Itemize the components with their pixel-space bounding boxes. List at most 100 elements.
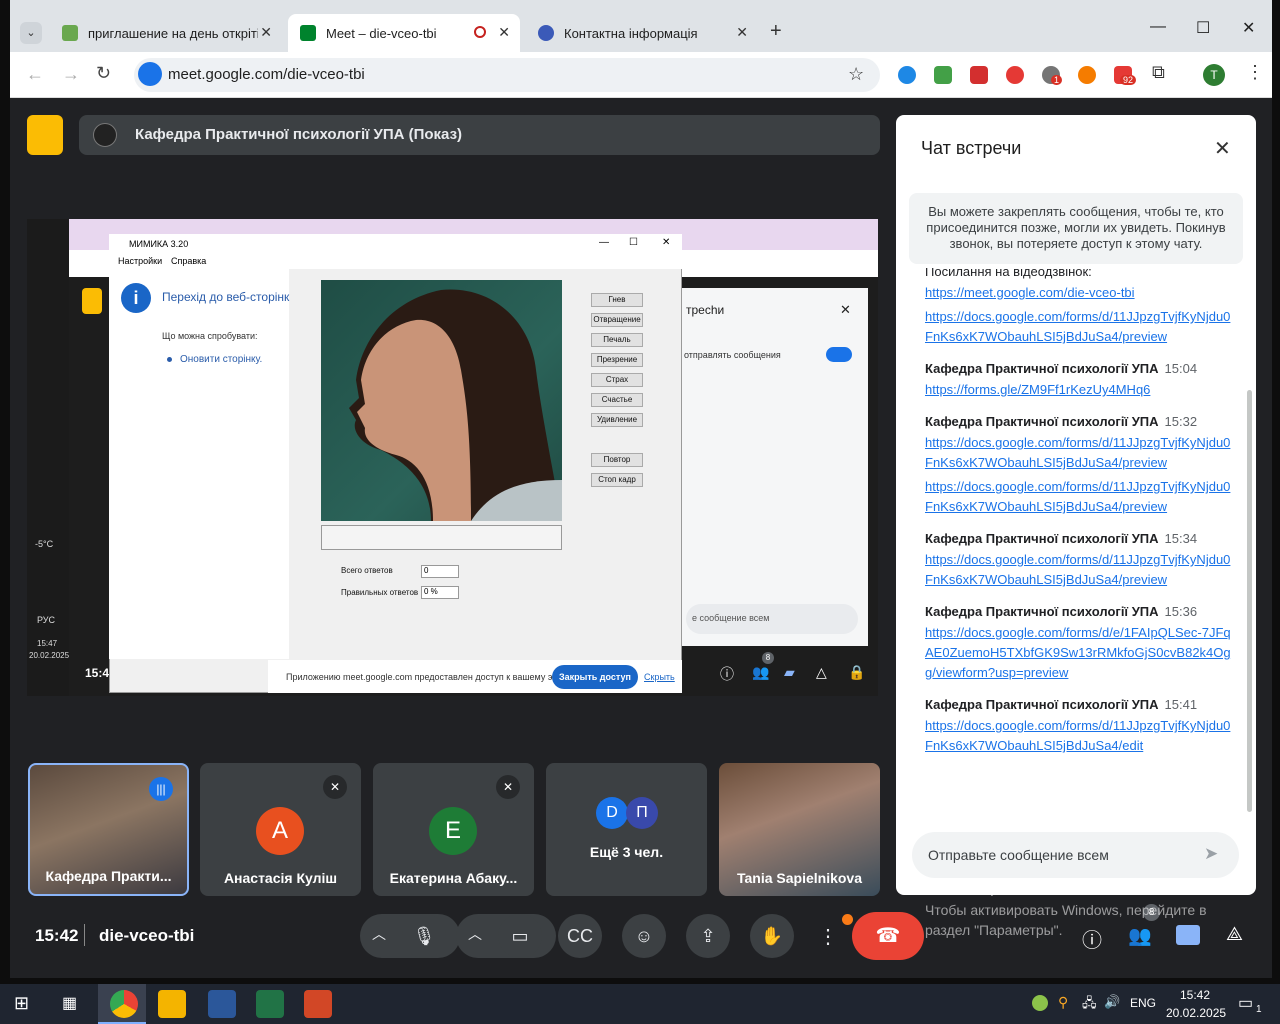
avatar: А — [256, 807, 304, 855]
chat-input[interactable]: Отправьте сообщение всем ➤ — [912, 832, 1239, 878]
close-window-button[interactable]: ✕ — [1242, 18, 1255, 38]
tray-app-icon[interactable] — [1032, 995, 1048, 1011]
chat-messages: Посилання на відеодзвінок: https://meet.… — [925, 268, 1235, 808]
leave-call-button[interactable]: ☎ — [852, 912, 924, 960]
info-icon: ⓘ — [720, 666, 734, 682]
avatar: П — [626, 797, 658, 829]
extension-badge: 1 — [1051, 75, 1063, 85]
chat-title: Чат встречи — [921, 138, 1022, 158]
chat-scrollbar[interactable] — [1247, 390, 1252, 812]
close-tab-icon[interactable]: ✕ — [736, 24, 748, 41]
emotion-button-happiness: Счастье — [591, 393, 643, 407]
close-chat-button[interactable]: ✕ — [1214, 136, 1231, 161]
participant-tile[interactable]: ||| Кафедра Практи... — [28, 763, 189, 896]
meeting-code: die-vceo-tbi — [99, 926, 195, 945]
more-options-button[interactable]: ⋮ — [818, 924, 838, 949]
chat-link[interactable]: https://docs.google.com/forms/d/11JJpzgT… — [925, 716, 1235, 756]
start-icon[interactable]: ⊞ — [14, 993, 29, 1014]
tab-search-button[interactable]: ⌄ — [20, 22, 42, 44]
tab-meet[interactable]: Meet – die-vceo-tbi ✕ — [288, 14, 520, 52]
presenter-label: Кафедра Практичної психології УПА (Показ… — [135, 126, 463, 143]
back-button[interactable]: ← — [26, 64, 44, 85]
present-screen-button[interactable]: ⇪ — [686, 914, 730, 958]
chat-link[interactable]: https://meet.google.com/die-vceo-tbi — [925, 283, 1235, 303]
chat-link[interactable]: https://docs.google.com/forms/d/11JJpzgT… — [925, 477, 1235, 517]
mimika-menubar: Настройки Справка — [109, 254, 682, 269]
participant-tile-others[interactable]: D П Ещё 3 чел. — [546, 763, 707, 896]
chat-info-banner: Вы можете закреплять сообщения, чтобы те… — [909, 193, 1243, 264]
face-profile-image — [349, 289, 562, 521]
extension-icon[interactable] — [970, 66, 988, 84]
chat-icon: ▰ — [784, 664, 795, 680]
extension-icon[interactable] — [1006, 66, 1024, 84]
profile-avatar[interactable]: T — [1203, 64, 1225, 86]
presenter-avatar — [93, 123, 117, 147]
chat-sender: Кафедра Практичної психології УПА 15:32 — [925, 414, 1198, 429]
language-indicator[interactable]: ENG — [1130, 996, 1156, 1010]
chat-link[interactable]: https://forms.gle/ZM9Ff1rKezUy4MHq6 — [925, 380, 1235, 400]
presentation-icon[interactable] — [27, 115, 63, 155]
emoji-button[interactable]: ☺ — [622, 914, 666, 958]
mimika-titlebar: МИМИКА 3.20 — ☐ ✕ — [109, 234, 682, 254]
forward-button[interactable]: → — [62, 64, 80, 85]
stop-sharing-button: Закрыть доступ — [552, 665, 638, 689]
info-icon: i — [121, 283, 151, 313]
extension-icon[interactable] — [898, 66, 916, 84]
task-view-icon[interactable]: ▦ — [62, 993, 77, 1013]
activation-watermark-title: Активация Windows — [925, 876, 1091, 896]
file-explorer-icon[interactable] — [158, 990, 186, 1018]
participant-tile[interactable]: ✕ А Анастасія Куліш — [200, 763, 361, 896]
send-icon[interactable]: ➤ — [1204, 844, 1218, 864]
clock-time[interactable]: 15:42 — [1180, 988, 1210, 1002]
clock-date[interactable]: 20.02.2025 — [1166, 1006, 1226, 1020]
raise-hand-button[interactable]: ✋ — [750, 914, 794, 958]
powerpoint-icon[interactable] — [304, 990, 332, 1018]
presenter-bar: Кафедра Практичної психології УПА (Показ… — [79, 115, 880, 155]
chat-link[interactable]: https://docs.google.com/forms/d/11JJpzgT… — [925, 433, 1235, 473]
avatar: Е — [429, 807, 477, 855]
activities-icon: △ — [816, 664, 827, 680]
repeat-button: Повтор — [591, 453, 643, 467]
audio-settings-chevron-icon[interactable]: ︿ — [372, 924, 386, 944]
excel-icon[interactable] — [256, 990, 284, 1018]
maximize-button[interactable]: ☐ — [1196, 18, 1210, 38]
close-icon: ✕ — [662, 237, 671, 248]
shared-meet-badge — [82, 288, 102, 314]
tab-invitation[interactable]: приглашение на день открітіх ✕ — [50, 14, 282, 52]
camera-button[interactable]: ▭ — [498, 914, 542, 958]
face-photo — [321, 280, 562, 521]
new-tab-button[interactable]: + — [770, 20, 782, 43]
notification-count: 1 — [1256, 1004, 1262, 1015]
chat-link[interactable]: https://docs.google.com/forms/d/11JJpzgT… — [925, 307, 1235, 347]
close-tab-icon[interactable]: ✕ — [498, 24, 510, 41]
captions-button[interactable]: CC — [558, 914, 602, 958]
volume-icon[interactable]: 🔊 — [1104, 994, 1120, 1010]
word-icon[interactable] — [208, 990, 236, 1018]
tab-contact[interactable]: Контактна інформація ✕ — [526, 14, 758, 52]
minimize-button[interactable]: — — [1150, 18, 1166, 36]
chat-link[interactable]: https://docs.google.com/forms/d/e/1FAIpQ… — [925, 623, 1235, 683]
chrome-icon[interactable] — [110, 990, 138, 1018]
menu-kebab-icon[interactable]: ⋮ — [1246, 62, 1264, 83]
people-icon: 👥 — [752, 664, 770, 680]
mic-button[interactable]: 🎙 — [402, 914, 446, 958]
chat-sender: Кафедра Практичної психології УПА 15:34 — [925, 531, 1198, 546]
network-icon[interactable]: 🖧 — [1082, 994, 1097, 1016]
participant-tile[interactable]: ✕ Е Екатерина Абаку... — [373, 763, 534, 896]
chat-link[interactable]: https://docs.google.com/forms/d/11JJpzgT… — [925, 550, 1235, 590]
recording-icon — [474, 26, 486, 38]
extension-icon[interactable] — [934, 66, 952, 84]
participant-tile[interactable]: Tania Sapielnikova — [719, 763, 880, 896]
extension-icon[interactable] — [1078, 66, 1096, 84]
close-tab-icon[interactable]: ✕ — [260, 24, 272, 41]
search-icon[interactable]: ⚲ — [1058, 994, 1068, 1011]
video-settings-chevron-icon[interactable]: ︿ — [468, 924, 482, 944]
notifications-icon[interactable]: ▭ — [1238, 993, 1253, 1013]
reload-button[interactable]: ↻ — [96, 63, 111, 84]
screen-share-notice: Приложению meet.google.com предоставлен … — [268, 660, 682, 693]
chat-sender: Кафедра Практичної психології УПА 15:36 — [925, 604, 1198, 619]
extensions-puzzle-icon[interactable]: ⧉ — [1152, 62, 1165, 83]
site-info-icon[interactable] — [138, 62, 162, 86]
maximize-icon: ☐ — [629, 237, 638, 248]
bookmark-star-icon[interactable]: ☆ — [848, 64, 864, 85]
